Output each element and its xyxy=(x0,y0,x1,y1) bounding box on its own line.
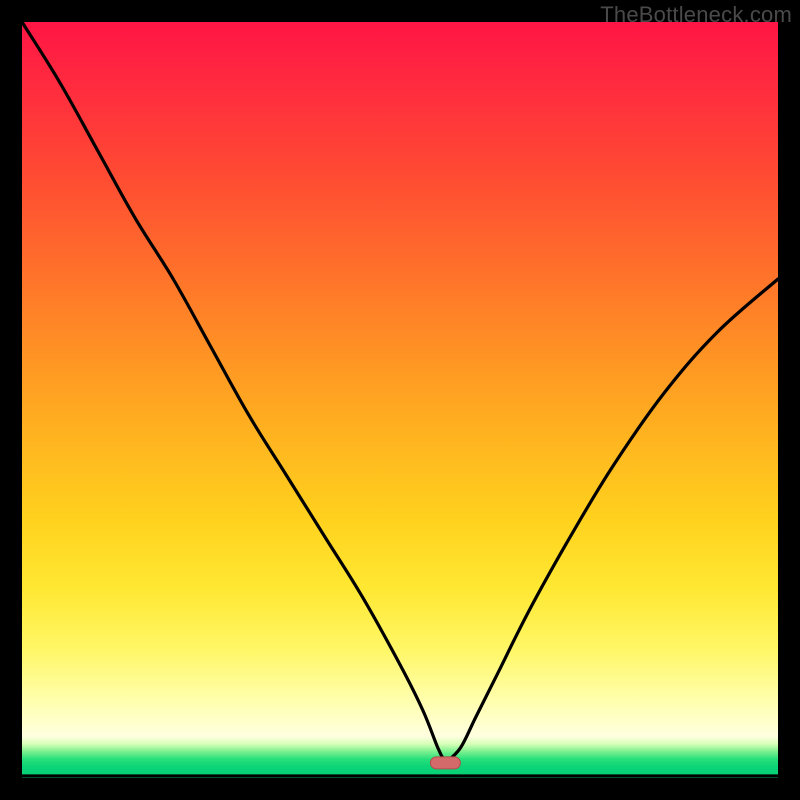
chart-svg xyxy=(22,22,778,778)
curve-left xyxy=(22,22,445,763)
chart-frame: TheBottleneck.com xyxy=(0,0,800,800)
curve-right xyxy=(445,279,778,763)
minimum-marker xyxy=(430,757,460,769)
plot-area xyxy=(22,22,778,778)
